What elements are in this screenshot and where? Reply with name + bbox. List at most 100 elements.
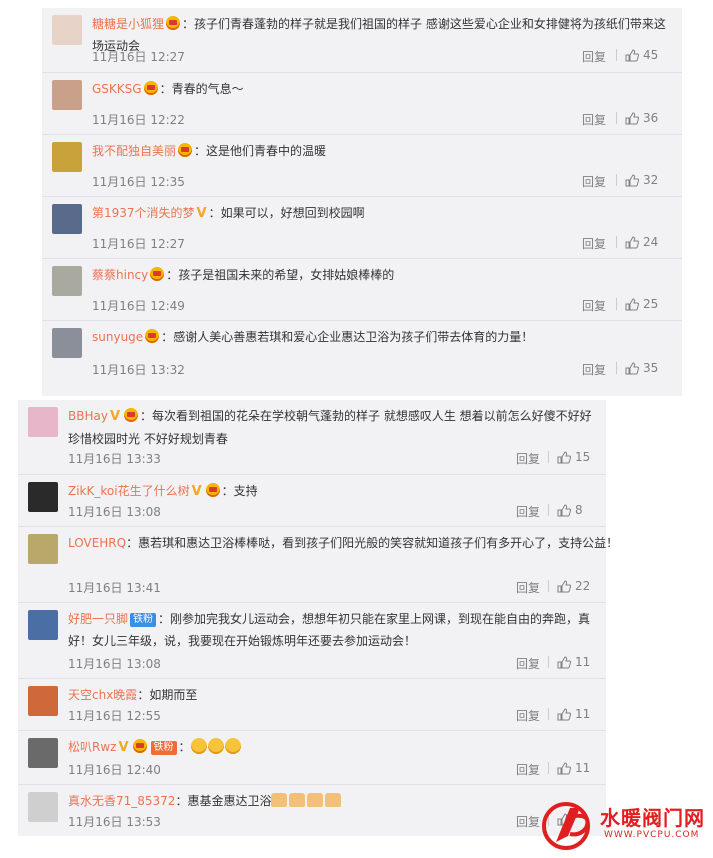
comment-timestamp: 11月16日 13:32 — [92, 363, 185, 377]
reply-button[interactable]: 回复 — [582, 361, 606, 378]
comment-panel-bottom: BBHay V ：每次看到祖国的花朵在学校朝气蓬勃的样子 就想感叹人生 想着以前怎么… — [18, 400, 618, 836]
thumbs-up-icon — [625, 48, 639, 61]
like-button[interactable]: 8 — [540, 503, 583, 517]
verified-v-icon: V — [191, 484, 202, 499]
user-avatar[interactable] — [28, 534, 58, 564]
user-avatar[interactable] — [52, 204, 82, 234]
comment-row: 第1937个消失的梦 V ：如果可以，好想回到校园啊 11月16日 12:27 回复 24 — [42, 196, 682, 258]
like-count: 11 — [575, 707, 591, 721]
like-button[interactable]: 15 — [540, 450, 590, 464]
like-button[interactable]: 11 — [540, 655, 590, 669]
reply-button[interactable]: 回复 — [582, 48, 606, 65]
comment-username[interactable]: BBHay — [68, 409, 108, 423]
comment-colon: ： — [126, 536, 139, 550]
comment-colon: ： — [137, 688, 150, 702]
comment-timestamp: 11月16日 13:08 — [68, 505, 161, 519]
comment-username[interactable]: LOVEHRQ — [68, 536, 126, 550]
like-button[interactable]: 35 — [608, 361, 658, 375]
comment-content: 蔡蔡hincy ：孩子是祖国未来的希望，女排姑娘棒棒的 — [92, 264, 670, 286]
comment-content: 第1937个消失的梦 V ：如果可以，好想回到校园啊 — [92, 202, 670, 225]
comment-username[interactable]: sunyuge — [92, 330, 143, 344]
user-avatar[interactable] — [52, 15, 82, 45]
comment-username[interactable]: 糖糖是小狐狸 — [92, 17, 164, 31]
comment-username[interactable]: GSKKSG — [92, 82, 142, 96]
divider — [548, 656, 549, 668]
like-button[interactable]: 11 — [540, 761, 590, 775]
verified-v-icon: V — [196, 206, 207, 221]
reply-button[interactable]: 回复 — [582, 297, 606, 314]
divider — [616, 236, 617, 248]
like-button[interactable]: 36 — [608, 111, 658, 125]
comment-timestamp: 11月16日 13:41 — [68, 581, 161, 595]
divider — [616, 298, 617, 310]
comment-username[interactable]: 天空chx晚霞 — [68, 688, 137, 702]
divider — [616, 174, 617, 186]
comment-username[interactable]: 蔡蔡hincy — [92, 268, 148, 282]
comment-text: 如果可以，好想回到校园啊 — [220, 206, 365, 220]
verified-v-icon: V — [118, 740, 129, 755]
user-avatar[interactable] — [52, 328, 82, 358]
reply-button[interactable]: 回复 — [582, 235, 606, 252]
user-avatar[interactable] — [28, 482, 58, 512]
like-count: 24 — [643, 235, 659, 249]
comment-colon: ： — [221, 484, 234, 498]
comment-username[interactable]: ZikK_koi花生了什么树 — [68, 484, 190, 498]
comment-username[interactable]: 真水无香71_85372 — [68, 794, 175, 808]
comment-username[interactable]: 第1937个消失的梦 — [92, 206, 195, 220]
comment-text: 这是他们青春中的温暖 — [206, 144, 327, 158]
comment-content: LOVEHRQ：惠若琪和惠达卫浴棒棒哒，看到孩子们阳光般的笑容就知道孩子们有多开… — [68, 532, 618, 554]
reply-button[interactable]: 回复 — [582, 111, 606, 128]
divider — [548, 762, 549, 774]
comment-row: 真水无香71_85372：惠基金惠达卫浴 11月16日 13:53 回复 — [18, 784, 606, 836]
thumbs-up-icon — [625, 235, 639, 248]
user-avatar[interactable] — [28, 792, 58, 822]
comment-colon: ： — [182, 17, 195, 31]
user-avatar[interactable] — [28, 738, 58, 768]
member-crown-icon — [143, 81, 158, 95]
comment-content: 我不配独自美丽 ：这是他们青春中的温暖 — [92, 140, 670, 162]
user-avatar[interactable] — [52, 80, 82, 110]
comment-timestamp: 11月16日 13:53 — [68, 815, 161, 829]
user-avatar[interactable] — [52, 142, 82, 172]
reply-button[interactable]: 回复 — [516, 655, 540, 672]
user-avatar[interactable] — [28, 610, 58, 640]
user-avatar[interactable] — [28, 686, 58, 716]
thumbs-up-icon — [625, 173, 639, 186]
comment-username[interactable]: 好肥一只脚 — [68, 612, 128, 626]
like-button[interactable]: 11 — [540, 707, 590, 721]
like-button[interactable]: 32 — [608, 173, 658, 187]
comment-row: LOVEHRQ：惠若琪和惠达卫浴棒棒哒，看到孩子们阳光般的笑容就知道孩子们有多开… — [18, 526, 618, 602]
reply-button[interactable]: 回复 — [516, 450, 540, 467]
divider — [548, 708, 549, 720]
like-button[interactable]: 45 — [608, 48, 658, 62]
reply-button[interactable]: 回复 — [516, 503, 540, 520]
thumbs-up-icon — [557, 450, 571, 463]
user-avatar[interactable] — [28, 407, 58, 437]
user-avatar[interactable] — [52, 266, 82, 296]
comment-row: 蔡蔡hincy ：孩子是祖国未来的希望，女排姑娘棒棒的 11月16日 12:49 回复… — [42, 258, 682, 320]
divider — [548, 580, 549, 592]
like-button[interactable]: 24 — [608, 235, 658, 249]
comment-row: 天空chx晚霞：如期而至 11月16日 12:55 回复 11 — [18, 678, 606, 730]
comment-text: 如期而至 — [149, 688, 198, 702]
comment-timestamp: 11月16日 12:22 — [92, 113, 185, 127]
like-button[interactable]: 25 — [608, 297, 658, 311]
member-crown-icon — [150, 267, 165, 281]
reply-button[interactable]: 回复 — [582, 173, 606, 190]
comment-row: ZikK_koi花生了什么树 V ：支持 11月16日 13:08 回复 8 — [18, 474, 606, 526]
verified-v-icon: V — [109, 409, 121, 424]
reply-button[interactable]: 回复 — [516, 579, 540, 596]
reply-button[interactable]: 回复 — [516, 813, 540, 830]
reply-button[interactable]: 回复 — [516, 707, 540, 724]
like-button[interactable]: 22 — [540, 579, 590, 593]
comment-content: BBHay V ：每次看到祖国的花朵在学校朝气蓬勃的样子 就想感叹人生 想着以前怎么… — [68, 405, 594, 450]
comment-text: 孩子是祖国未来的希望，女排姑娘棒棒的 — [178, 268, 395, 282]
like-count: 32 — [643, 173, 659, 187]
comment-content: 好肥一只脚 铁粉 ：刚参加完我女儿运动会，想想年初只能在家里上网课，到现在能自由的奔… — [68, 608, 594, 652]
thumbs-up-icon — [557, 707, 571, 720]
comment-username[interactable]: 松叭Rwz — [68, 740, 116, 754]
reply-button[interactable]: 回复 — [516, 761, 540, 778]
like-count: 8 — [575, 503, 583, 517]
comment-content: sunyuge ：感谢人美心善惠若琪和爱心企业惠达卫浴为孩子们带去体育的力量！ — [92, 326, 670, 348]
comment-username[interactable]: 我不配独自美丽 — [92, 144, 176, 158]
